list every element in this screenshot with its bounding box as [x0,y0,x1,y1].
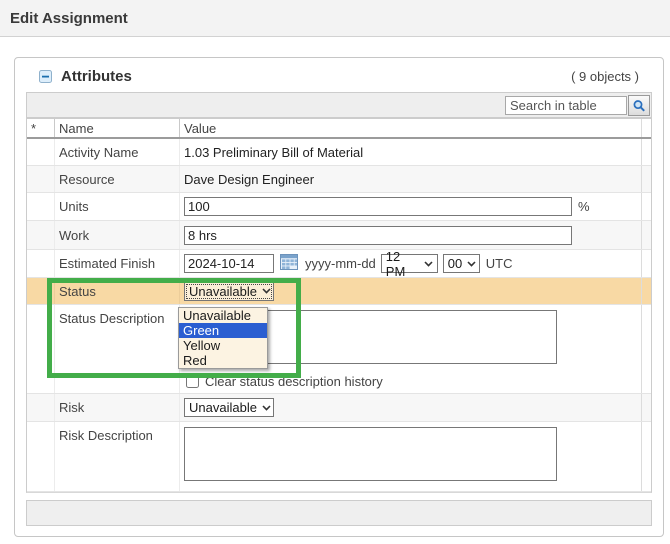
chevron-down-icon [467,260,476,267]
search-button[interactable] [628,95,650,116]
table-row-risk-description: Risk Description [27,422,651,492]
status-select[interactable]: Unavailable [184,281,274,301]
minute-select[interactable]: 00 [442,254,480,273]
field-label: Activity Name [59,144,139,160]
table-row-risk: Risk Unavailable [27,394,651,422]
clear-status-history-label: Clear status description history [205,374,383,389]
field-label: Status Description [59,311,165,326]
chevron-down-icon [262,404,271,411]
attributes-panel: Attributes ( 9 objects ) * Name Value [14,57,664,537]
work-input[interactable] [184,225,572,245]
field-label: Resource [59,171,115,187]
header-required-col: * [27,119,55,137]
estimated-finish-date-input[interactable] [184,254,274,273]
field-label: Work [59,227,90,243]
edit-assignment-window: Edit Assignment Attributes ( 9 objects ) [0,0,670,544]
hour-select[interactable]: 12 PM [380,249,438,279]
table-row-work: Work [27,221,651,250]
calendar-icon[interactable] [280,254,298,273]
units-suffix: % [578,199,590,214]
header-name-col[interactable]: Name [55,119,180,137]
table-row-status-description: Status Description Clear status descript… [27,305,651,394]
search-icon [633,99,645,112]
timezone-label: UTC [485,256,513,271]
table-bottom-spacer [15,493,663,500]
page-title: Edit Assignment [10,9,128,27]
field-label: Risk Description [59,428,153,443]
units-input[interactable] [184,197,572,216]
objects-count: ( 9 objects ) [571,69,639,84]
status-option-yellow[interactable]: Yellow [179,338,267,353]
activity-name-value: 1.03 Preliminary Bill of Material [184,144,364,160]
attributes-panel-header: Attributes ( 9 objects ) [15,58,663,92]
chevron-down-icon [424,260,433,267]
date-format-hint: yyyy-mm-dd [305,256,376,271]
field-label: Units [59,199,89,214]
table-toolbar [26,92,652,118]
resource-value: Dave Design Engineer [184,171,315,187]
field-label: Estimated Finish [59,256,156,271]
table-header-row: * Name Value [27,118,651,139]
search-input[interactable] [505,96,627,115]
table-row-estimated-finish: Estimated Finish 2024-10-14 yyyy-mm-dd 1… [27,249,651,279]
header-value-col[interactable]: Value [180,121,641,136]
status-option-green[interactable]: Green [179,323,267,338]
clear-status-history-checkbox[interactable] [186,375,199,388]
header-end-col [641,119,651,137]
risk-select[interactable]: Unavailable [184,398,274,417]
field-label: Status [59,283,96,299]
table-row-resource: Resource Dave Design Engineer [27,166,651,193]
window-titlebar: Edit Assignment [0,0,670,37]
attributes-table: * Name Value Activity Name 1.03 Prelimin… [26,118,652,493]
table-row-status: Status Unavailable [27,278,651,305]
field-label: Risk [59,400,85,415]
status-dropdown-list: Unavailable Green Yellow Red [178,307,268,369]
status-option-red[interactable]: Red [179,353,267,368]
chevron-down-icon [262,288,271,294]
section-title: Attributes [61,68,132,85]
risk-description-textarea[interactable] [184,427,557,481]
collapse-section-icon[interactable] [39,70,52,83]
panel-footer-bar [26,500,652,526]
table-row-activity-name: Activity Name 1.03 Preliminary Bill of M… [27,139,651,166]
status-option-unavailable[interactable]: Unavailable [179,308,267,323]
table-row-units: Units % [27,193,651,221]
